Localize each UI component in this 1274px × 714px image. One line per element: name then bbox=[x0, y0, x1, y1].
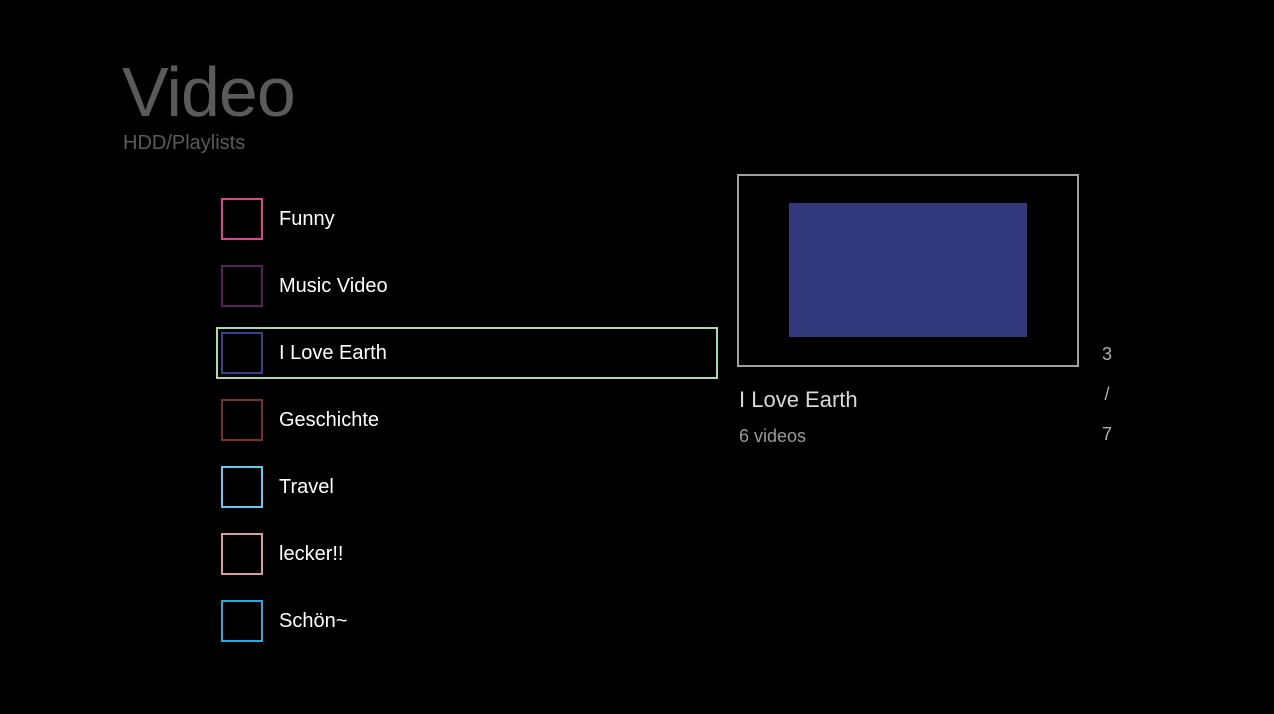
playlist-item-label: Travel bbox=[279, 476, 334, 498]
playlist-item-label: I Love Earth bbox=[279, 342, 387, 364]
preview-thumbnail bbox=[789, 203, 1027, 337]
playlist-color-swatch bbox=[221, 399, 263, 441]
page-separator: / bbox=[1104, 384, 1110, 404]
playlist-color-swatch bbox=[221, 466, 263, 508]
page-indicator: 3 / 7 bbox=[1094, 342, 1120, 462]
playlist-item-geschichte[interactable]: Geschichte bbox=[216, 394, 718, 446]
playlist-list: Funny Music Video I Love Earth Geschicht… bbox=[216, 193, 718, 662]
playlist-item-label: Geschichte bbox=[279, 409, 380, 431]
playlist-color-swatch bbox=[221, 533, 263, 575]
playlist-color-swatch bbox=[221, 265, 263, 307]
page-current: 3 bbox=[1101, 344, 1112, 364]
playlist-item-music-video[interactable]: Music Video bbox=[216, 260, 718, 312]
playlist-item-lecker[interactable]: lecker!! bbox=[216, 528, 718, 580]
playlist-item-funny[interactable]: Funny bbox=[216, 193, 718, 245]
page-title: Video bbox=[122, 53, 296, 131]
playlist-color-swatch bbox=[221, 332, 263, 374]
page-total: 7 bbox=[1101, 424, 1112, 444]
playlist-item-label: lecker!! bbox=[279, 543, 344, 565]
playlist-color-swatch bbox=[221, 198, 263, 240]
playlist-item-label: Funny bbox=[279, 208, 335, 230]
playlist-item-label: Music Video bbox=[279, 275, 388, 297]
breadcrumb: HDD/Playlists bbox=[123, 132, 246, 154]
playlist-item-label: Schön~ bbox=[279, 610, 348, 632]
playlist-color-swatch bbox=[221, 600, 263, 642]
preview-video-count: 6 videos bbox=[739, 426, 807, 446]
preview-title: I Love Earth bbox=[739, 387, 858, 412]
playlist-item-travel[interactable]: Travel bbox=[216, 461, 718, 513]
playlist-item-schoen[interactable]: Schön~ bbox=[216, 595, 718, 647]
preview-frame bbox=[737, 174, 1079, 367]
playlist-item-i-love-earth[interactable]: I Love Earth bbox=[216, 327, 718, 379]
